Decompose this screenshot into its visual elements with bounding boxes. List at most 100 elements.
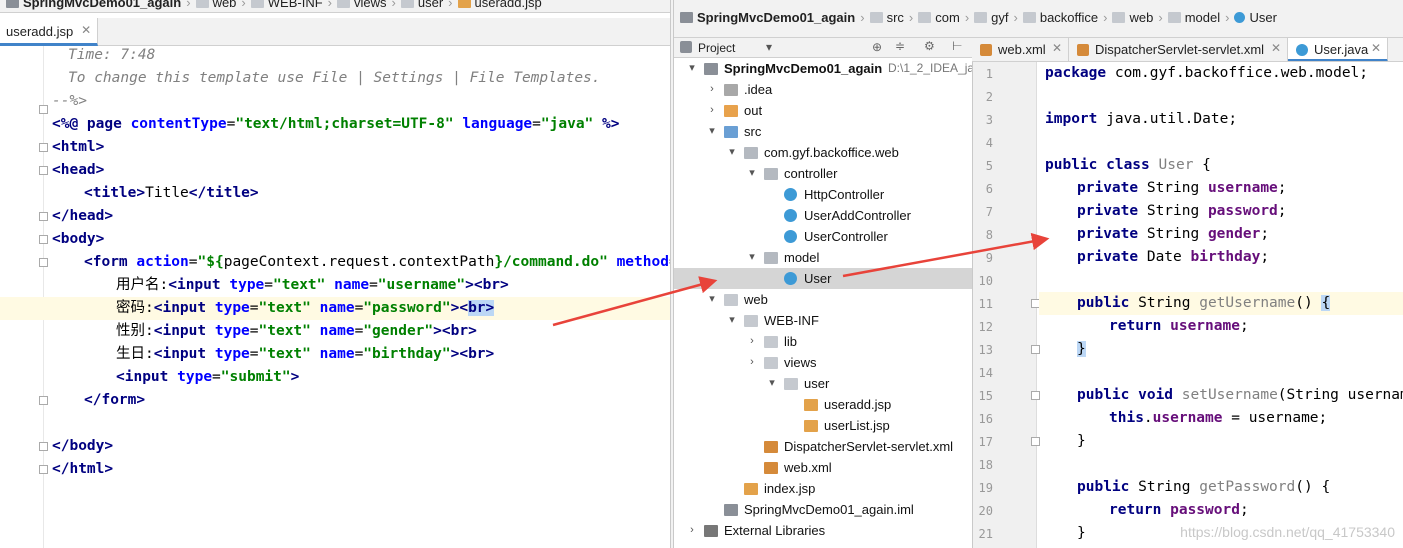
- fold-icon[interactable]: [39, 396, 48, 405]
- breadcrumb-item[interactable]: com: [918, 10, 960, 25]
- fold-icon[interactable]: [39, 166, 48, 175]
- breadcrumb-item[interactable]: web: [195, 0, 236, 10]
- code-line: import java.util.Date;: [1039, 108, 1403, 131]
- breadcrumb-item[interactable]: user: [400, 0, 443, 10]
- tree-node[interactable]: User: [674, 268, 972, 289]
- tree-node[interactable]: UserController: [674, 226, 972, 247]
- tree-node[interactable]: UserAddController: [674, 205, 972, 226]
- code-token: 性别:: [116, 323, 154, 339]
- editor-tab[interactable]: web.xml ✕: [972, 38, 1069, 61]
- gear-icon[interactable]: ⚙: [924, 39, 935, 53]
- breadcrumb-item[interactable]: User: [1234, 10, 1277, 25]
- tree-node[interactable]: ▾ com.gyf.backoffice.web: [674, 142, 972, 163]
- tree-node[interactable]: SpringMvcDemo01_again.iml: [674, 499, 972, 520]
- breadcrumb-item[interactable]: views: [337, 0, 387, 10]
- project-label[interactable]: Project: [698, 41, 735, 55]
- tree-node[interactable]: ▾ controller: [674, 163, 972, 184]
- tab-useradd-jsp[interactable]: useradd.jsp ✕: [0, 18, 99, 46]
- folder-icon: [784, 378, 798, 390]
- folder-icon: [918, 12, 932, 23]
- tree-node[interactable]: › lib: [674, 331, 972, 352]
- tree-node[interactable]: › out: [674, 100, 972, 121]
- breadcrumb-item[interactable]: backoffice: [1022, 10, 1098, 25]
- fold-icon[interactable]: [39, 212, 48, 221]
- editor-tab[interactable]: User.java ✕: [1288, 38, 1388, 61]
- chevron-down-icon[interactable]: ▾: [726, 142, 738, 163]
- chevron-down-icon[interactable]: ▾: [726, 310, 738, 331]
- fold-icon[interactable]: [39, 258, 48, 267]
- jsp-file-icon: [744, 483, 758, 495]
- code-token: =: [532, 116, 541, 132]
- chevron-right-icon[interactable]: ›: [686, 520, 698, 541]
- code-token: title: [92, 185, 137, 201]
- fold-icon[interactable]: [39, 105, 48, 114]
- chevron-down-icon[interactable]: ▾: [706, 289, 718, 310]
- chevron-right-icon[interactable]: ›: [746, 352, 758, 373]
- tree-node[interactable]: ▾ SpringMvcDemo01_again D:\1_2_IDEA_java_: [674, 58, 993, 79]
- tree-node[interactable]: › External Libraries: [674, 520, 972, 541]
- tree-node[interactable]: ▾ WEB-INF: [674, 310, 972, 331]
- chevron-down-icon[interactable]: ▾: [746, 247, 758, 268]
- tree-node[interactable]: useradd.jsp: [674, 394, 972, 415]
- tree-node[interactable]: ▾ model: [674, 247, 972, 268]
- chevron-down-icon[interactable]: ▾: [766, 40, 772, 54]
- tree-node[interactable]: web.xml: [674, 457, 972, 478]
- breadcrumb-item[interactable]: useradd.jsp: [457, 0, 542, 10]
- module-icon: [704, 63, 718, 75]
- close-icon[interactable]: ✕: [1052, 41, 1062, 55]
- code-token: public class: [1045, 157, 1159, 173]
- folder-icon: [1112, 12, 1126, 23]
- collapse-icon[interactable]: ≑: [895, 39, 905, 53]
- tree-node[interactable]: ▾ web: [674, 289, 972, 310]
- code-token: ;: [1277, 180, 1287, 196]
- jsp-file-icon: [804, 420, 818, 432]
- fold-icon[interactable]: [39, 465, 48, 474]
- breadcrumb-label: model: [1184, 10, 1221, 25]
- chevron-right-icon[interactable]: ›: [706, 79, 718, 100]
- tree-node[interactable]: DispatcherServlet-servlet.xml: [674, 436, 972, 457]
- chevron-down-icon[interactable]: ▾: [706, 121, 718, 142]
- line-number: 19: [978, 481, 993, 495]
- tree-node-label: WEB-INF: [764, 313, 819, 328]
- tree-node[interactable]: index.jsp: [674, 478, 972, 499]
- tree-node[interactable]: HttpController: [674, 184, 972, 205]
- tree-node[interactable]: userList.jsp: [674, 415, 972, 436]
- chevron-right-icon[interactable]: ›: [746, 331, 758, 352]
- tree-node-label: .idea: [744, 82, 773, 97]
- code-line: --%>: [0, 90, 670, 113]
- breadcrumb-label: com: [935, 10, 960, 25]
- code-token: =: [212, 369, 221, 385]
- chevron-down-icon[interactable]: ▾: [766, 373, 778, 394]
- code-token: head: [60, 162, 96, 178]
- code-token: type: [177, 369, 213, 385]
- tree-node[interactable]: › views: [674, 352, 972, 373]
- breadcrumb-item[interactable]: WEB-INF: [250, 0, 323, 10]
- code-line: <%@ page contentType = "text/html;charset=…: [0, 113, 670, 136]
- tree-node-label: UserAddController: [804, 208, 911, 223]
- breadcrumb-item[interactable]: web: [1112, 10, 1153, 25]
- code-token: public: [1077, 479, 1139, 495]
- breadcrumb-item[interactable]: src: [869, 10, 904, 25]
- breadcrumb-item[interactable]: model: [1167, 10, 1221, 25]
- fold-icon[interactable]: [39, 442, 48, 451]
- chevron-down-icon[interactable]: ▾: [686, 58, 698, 79]
- close-icon[interactable]: ✕: [1271, 41, 1281, 55]
- locate-icon[interactable]: ⊕: [872, 40, 882, 54]
- breadcrumb-item[interactable]: SpringMvcDemo01_again: [680, 10, 855, 25]
- fold-icon[interactable]: [39, 143, 48, 152]
- breadcrumb-item[interactable]: gyf: [974, 10, 1009, 25]
- close-icon[interactable]: ✕: [81, 23, 91, 37]
- close-icon[interactable]: ✕: [1371, 41, 1381, 55]
- hide-icon[interactable]: ⊢: [952, 39, 962, 53]
- breadcrumb-item[interactable]: SpringMvcDemo01_again: [6, 0, 181, 10]
- tree-node[interactable]: ▾ user: [674, 373, 972, 394]
- fold-icon[interactable]: [39, 235, 48, 244]
- chevron-right-icon[interactable]: ›: [706, 100, 718, 121]
- tree-node[interactable]: › .idea: [674, 79, 972, 100]
- code-token: >: [104, 208, 114, 224]
- editor-tab[interactable]: DispatcherServlet-servlet.xml ✕: [1069, 38, 1288, 61]
- chevron-down-icon[interactable]: ▾: [746, 163, 758, 184]
- code-token: =: [249, 300, 259, 316]
- tree-node[interactable]: ▾ src: [674, 121, 972, 142]
